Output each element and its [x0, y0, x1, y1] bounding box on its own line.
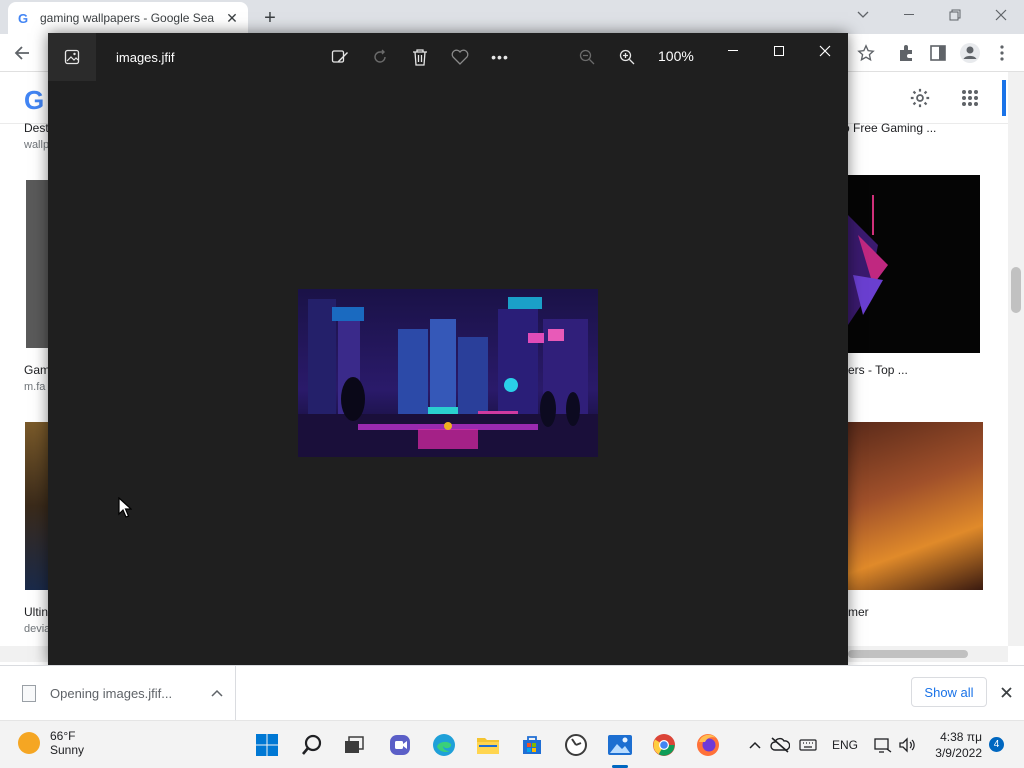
svg-text:G: G: [18, 11, 28, 25]
search-icon[interactable]: [296, 729, 328, 761]
download-bar: Opening images.jfif...: [0, 665, 1024, 720]
horizontal-scroll-thumb[interactable]: [848, 650, 968, 658]
taskbar-clock[interactable]: 4:38 πμ 3/9/2022: [926, 729, 982, 761]
chevron-up-icon[interactable]: [207, 689, 227, 697]
browser-restore-button[interactable]: [932, 0, 978, 30]
windows-start-icon[interactable]: [251, 729, 283, 761]
result-right-3-thumbnail[interactable]: [848, 422, 983, 590]
close-download-bar-icon[interactable]: [996, 680, 1016, 704]
weather-temperature: 66°F: [50, 729, 76, 743]
clock-date: 3/9/2022: [935, 746, 982, 760]
profile-edge-marker: [1002, 80, 1006, 116]
new-tab-button[interactable]: +: [258, 6, 282, 30]
folder-icon[interactable]: [472, 729, 504, 761]
tab-close-button[interactable]: ✕: [224, 10, 240, 26]
result-left-1-title[interactable]: Dest: [24, 121, 49, 135]
extensions-icon[interactable]: [894, 41, 918, 65]
chrome-icon[interactable]: [648, 729, 680, 761]
browser-tab-strip: G gaming wallpapers - Google Sea ✕ +: [0, 0, 1024, 34]
result-left-1-source: wallp: [24, 139, 50, 151]
result-right-2-thumbnail[interactable]: [848, 175, 980, 353]
cloud-off-icon[interactable]: [769, 733, 791, 757]
mouse-pointer-icon: [118, 496, 133, 522]
apps-grid-icon[interactable]: [956, 84, 984, 112]
download-item-label: Opening images.jfif...: [50, 685, 173, 701]
favorite-icon[interactable]: [448, 45, 472, 69]
delete-icon[interactable]: [408, 45, 432, 69]
rotate-icon[interactable]: [368, 45, 392, 69]
show-all-downloads-button[interactable]: Show all: [911, 677, 987, 707]
task-view-icon[interactable]: [338, 729, 370, 761]
result-right-2-title[interactable]: ers - Top ...: [848, 363, 908, 377]
windows-taskbar: 66°F Sunny ENG 4:38 πμ 3/9/2022: [0, 720, 1024, 768]
result-left-3-source: devia: [24, 623, 51, 635]
teams-icon[interactable]: [384, 729, 416, 761]
zoom-in-icon[interactable]: [615, 45, 639, 69]
viewer-maximize-button[interactable]: [756, 37, 802, 65]
browser-minimize-button[interactable]: [886, 0, 932, 30]
viewer-toolbar: images.jfif ••• 100%: [48, 33, 848, 81]
photos-icon[interactable]: [604, 729, 636, 761]
show-hidden-icons-chevron-icon[interactable]: [746, 733, 764, 757]
sidepanel-icon[interactable]: [926, 41, 950, 65]
viewer-file-name: images.jfif: [116, 50, 175, 65]
sun-icon: [18, 732, 40, 754]
result-right-1-title[interactable]: o Free Gaming ...: [843, 121, 936, 135]
menu-dots-icon[interactable]: [990, 41, 1014, 65]
settings-icon[interactable]: [906, 84, 934, 112]
edge-icon[interactable]: [428, 729, 460, 761]
result-left-3-title[interactable]: Ultin: [24, 605, 48, 619]
firefox-icon[interactable]: [692, 729, 724, 761]
google-logo[interactable]: G: [24, 85, 44, 116]
viewer-minimize-button[interactable]: [710, 37, 756, 65]
download-item[interactable]: Opening images.jfif...: [10, 666, 236, 720]
volume-icon[interactable]: [896, 733, 918, 757]
result-right-3-title[interactable]: mer: [848, 605, 869, 619]
store-icon[interactable]: [516, 729, 548, 761]
result-left-2-title[interactable]: Gam: [24, 363, 50, 377]
browser-tab[interactable]: G gaming wallpapers - Google Sea ✕: [8, 2, 248, 34]
star-icon[interactable]: [854, 41, 878, 65]
tab-search-chevron-icon[interactable]: [840, 0, 886, 30]
result-left-2-thumbnail[interactable]: [26, 180, 48, 348]
keyboard-icon[interactable]: [797, 733, 819, 757]
file-icon: [22, 684, 36, 702]
photo-viewer-window: images.jfif ••• 100%: [48, 33, 848, 665]
language-indicator[interactable]: ENG: [828, 733, 862, 757]
edit-image-icon[interactable]: [328, 45, 352, 69]
vertical-scroll-thumb[interactable]: [1011, 267, 1021, 313]
more-options-button[interactable]: •••: [488, 45, 512, 69]
weather-widget[interactable]: 66°F Sunny: [18, 729, 84, 757]
google-favicon: G: [16, 10, 32, 26]
tab-title: gaming wallpapers - Google Sea: [40, 11, 215, 25]
weather-description: Sunny: [50, 743, 85, 757]
page-vertical-scrollbar[interactable]: [1008, 72, 1024, 646]
browser-close-button[interactable]: [978, 0, 1024, 30]
notification-count-badge[interactable]: 4: [989, 737, 1004, 752]
photos-app-icon[interactable]: [48, 33, 96, 81]
zoom-out-icon[interactable]: [575, 45, 599, 69]
zoom-level[interactable]: 100%: [658, 48, 694, 64]
back-icon[interactable]: [10, 41, 34, 65]
clock-app-icon[interactable]: [560, 729, 592, 761]
profile-icon[interactable]: [958, 41, 982, 65]
result-left-3-thumbnail[interactable]: [25, 422, 49, 590]
clock-time: 4:38 πμ: [940, 730, 982, 744]
displayed-image[interactable]: [298, 289, 598, 457]
result-left-2-source: m.fa: [24, 381, 46, 393]
viewer-close-button[interactable]: [802, 37, 848, 65]
network-icon[interactable]: [872, 733, 894, 757]
